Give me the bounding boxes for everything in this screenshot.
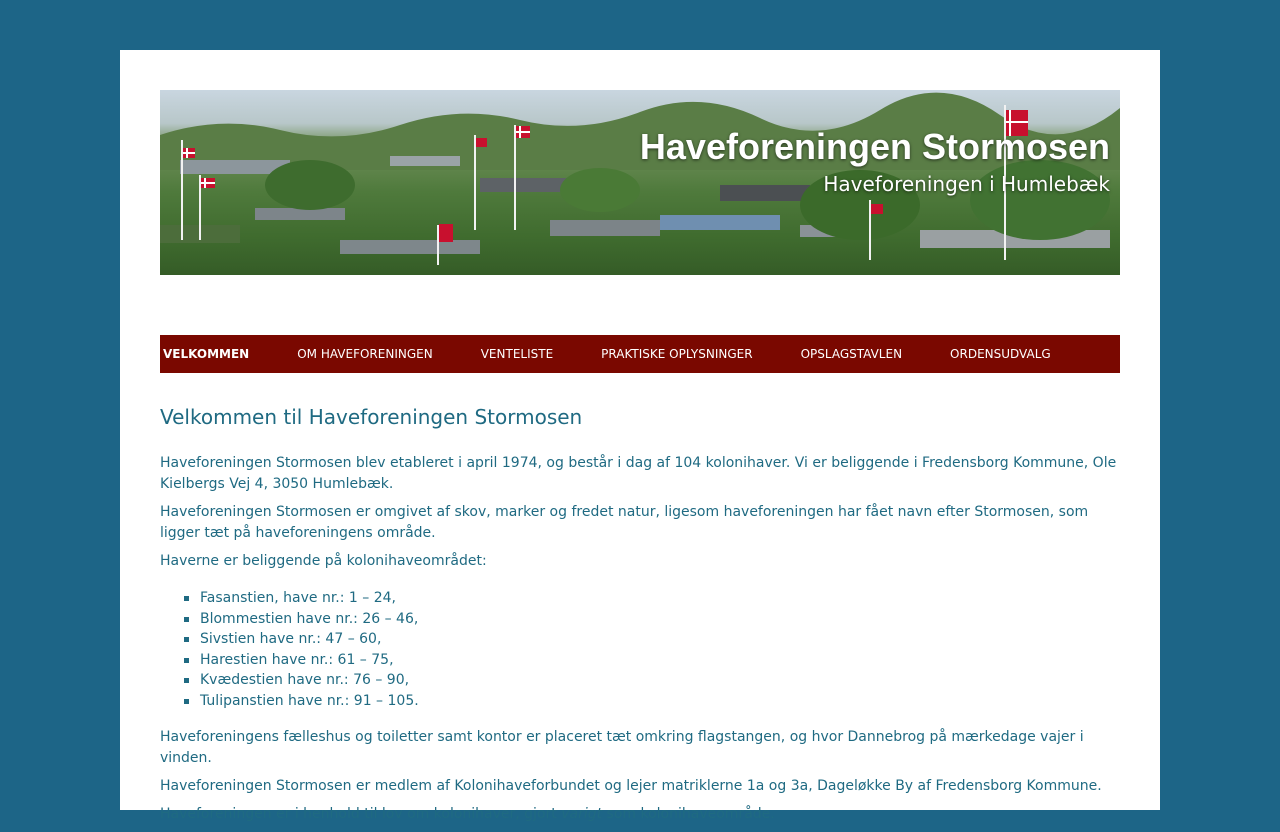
law-text-start: Haveforeningen er i henhold til lov om k… (160, 806, 562, 822)
site-title[interactable]: Haveforeningen Stormosen (640, 126, 1110, 168)
main-content: Velkommen til Haveforeningen Stormosen H… (160, 405, 1120, 832)
nav-item-praktiske-oplysninger[interactable]: PRAKTISKE OPLYSNINGER (601, 347, 752, 361)
list-item: Sivstien have nr.: 47 – 60, (184, 629, 1120, 650)
membership-paragraph: Haveforeningen Stormosen er medlem af Ko… (160, 778, 1102, 794)
nav-item-ordensudvalg[interactable]: ORDENSUDVALG (950, 347, 1051, 361)
list-item: Kvædestien have nr.: 76 – 90, (184, 670, 1120, 691)
main-navigation: VELKOMMEN OM HAVEFORENINGEN VENTELISTE P… (160, 335, 1120, 373)
page-container: Haveforeningen Stormosen Haveforeningen … (120, 50, 1160, 822)
list-item: Fasanstien, have nr.: 1 – 24, (184, 588, 1120, 609)
law-text-end: som kolonihaveområde. (602, 806, 775, 822)
law-text-emphasis: varigt (561, 806, 603, 822)
header-banner-image[interactable]: Haveforeningen Stormosen Haveforeningen … (160, 90, 1120, 275)
nav-item-opslagstavlen[interactable]: OPSLAGSTAVLEN (801, 347, 902, 361)
nav-item-om-haveforeningen[interactable]: OM HAVEFORENINGEN (297, 347, 433, 361)
site-description: Haveforeningen i Humlebæk (823, 172, 1110, 196)
nav-item-velkommen[interactable]: VELKOMMEN (163, 347, 249, 361)
location-paragraph: Haverne er beliggende på kolonihaveområd… (160, 553, 487, 569)
garden-paths-list: Fasanstien, have nr.: 1 – 24, Blommestie… (160, 588, 1120, 711)
page-title: Velkommen til Haveforeningen Stormosen (160, 405, 583, 429)
nav-item-venteliste[interactable]: VENTELISTE (481, 347, 553, 361)
law-paragraph: Haveforeningen er i henhold til lov om k… (160, 804, 1120, 825)
intro-paragraph: Haveforeningen Stormosen blev etableret … (160, 455, 1117, 492)
list-item: Harestien have nr.: 61 – 75, (184, 650, 1120, 671)
list-item: Blommestien have nr.: 26 – 46, (184, 609, 1120, 630)
list-item: Tulipanstien have nr.: 91 – 105. (184, 691, 1120, 712)
facilities-paragraph: Haveforeningens fælleshus og toiletter s… (160, 729, 1084, 766)
nature-paragraph: Haveforeningen Stormosen er omgivet af s… (160, 504, 1089, 541)
